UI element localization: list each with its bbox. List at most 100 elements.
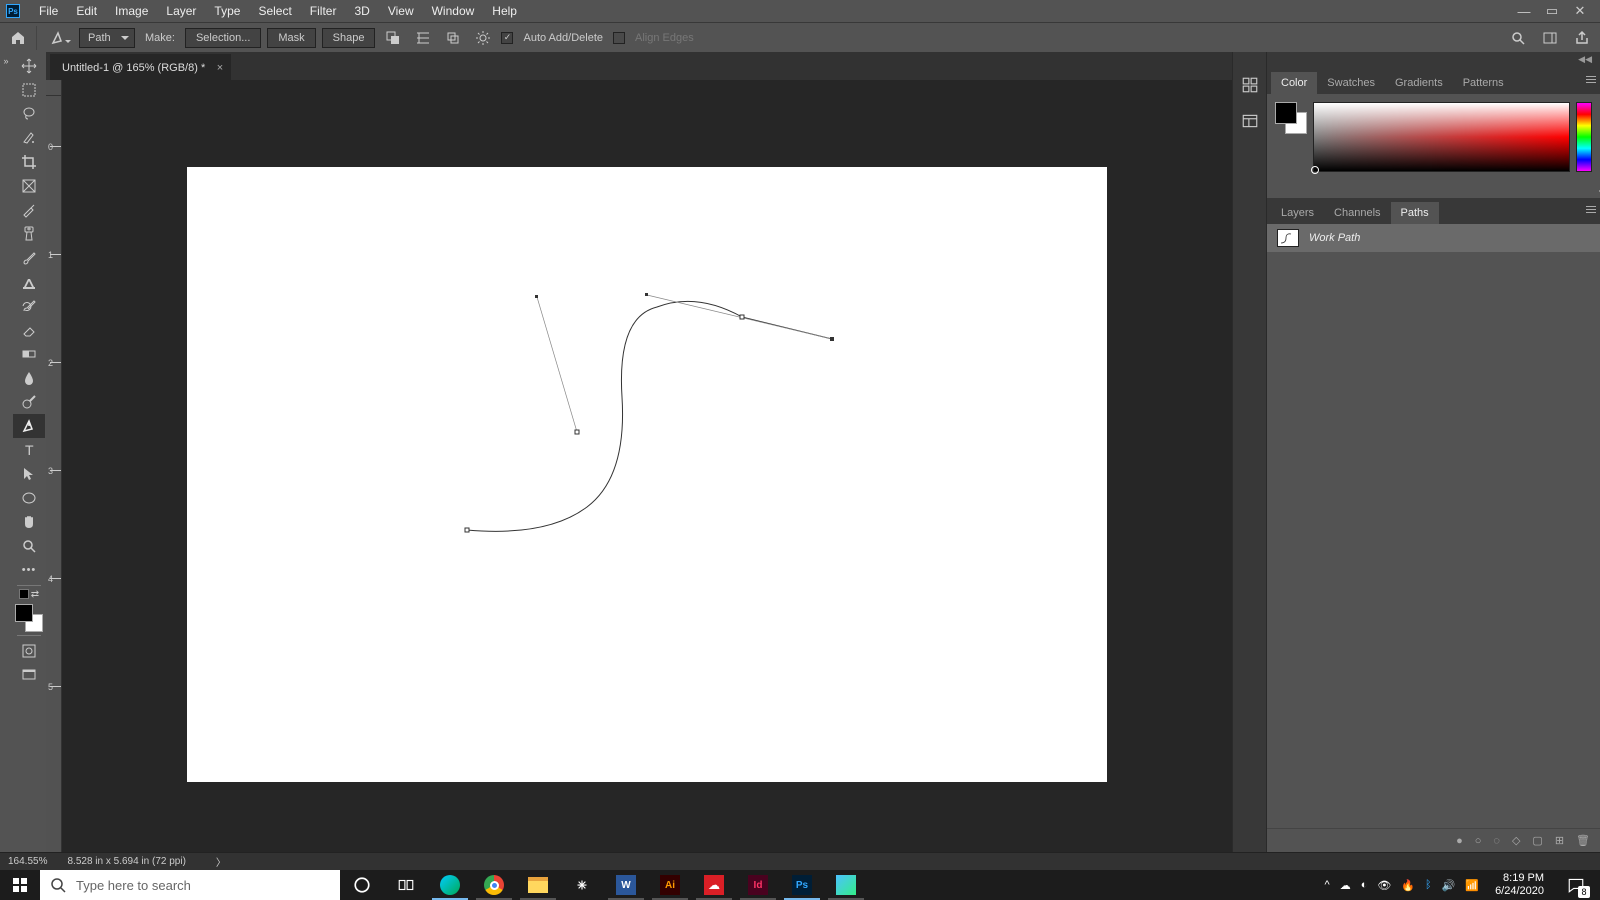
default-colors-icon[interactable]	[19, 589, 29, 599]
history-brush-tool[interactable]	[13, 294, 45, 318]
tray-app-icon[interactable]: 🔥	[1401, 879, 1415, 892]
tray-chevron-icon[interactable]: ^	[1325, 879, 1330, 891]
dodge-tool[interactable]	[13, 390, 45, 414]
menu-view[interactable]: View	[379, 0, 423, 22]
type-tool[interactable]: T	[13, 438, 45, 462]
tab-channels[interactable]: Channels	[1324, 202, 1390, 224]
delete-path-icon[interactable]: 🗑	[1576, 834, 1590, 847]
toolbox-collapse-strip[interactable]: »	[0, 52, 12, 852]
path-alignment-icon[interactable]	[411, 26, 435, 50]
canvas-viewport[interactable]	[62, 96, 1232, 852]
history-panel-icon[interactable]	[1239, 74, 1261, 96]
lasso-tool[interactable]	[13, 102, 45, 126]
quick-mask-icon[interactable]	[13, 639, 45, 663]
menu-edit[interactable]: Edit	[67, 0, 106, 22]
hue-slider[interactable]	[1576, 102, 1592, 172]
menu-file[interactable]: File	[30, 0, 67, 22]
collapse-panels-icon[interactable]: ◀◀	[1578, 54, 1592, 65]
share-icon[interactable]	[1570, 26, 1594, 50]
marquee-tool[interactable]	[13, 78, 45, 102]
canvas[interactable]	[187, 167, 1107, 782]
screen-mode-icon[interactable]	[13, 663, 45, 687]
color-field[interactable]	[1313, 102, 1570, 172]
hand-tool[interactable]	[13, 510, 45, 534]
tab-color[interactable]: Color	[1271, 72, 1317, 94]
make-selection-button[interactable]: Selection...	[185, 28, 261, 48]
illustrator-icon[interactable]: Ai	[648, 870, 692, 900]
path-to-selection-icon[interactable]: ◌	[1493, 835, 1500, 847]
home-button[interactable]	[6, 26, 30, 50]
menu-layer[interactable]: Layer	[157, 0, 205, 22]
close-window-button[interactable]: ✕	[1566, 0, 1594, 22]
chrome-icon[interactable]	[472, 870, 516, 900]
path-item[interactable]: Work Path	[1267, 224, 1600, 252]
notifications-icon[interactable]: 8	[1560, 870, 1592, 900]
panel-menu-icon[interactable]	[1582, 202, 1596, 216]
edit-toolbar-button[interactable]: •••	[13, 558, 45, 582]
settings-icon[interactable]	[560, 870, 604, 900]
creative-cloud-icon[interactable]: ☁	[692, 870, 736, 900]
onedrive-icon[interactable]: ☁	[1340, 879, 1351, 892]
menu-filter[interactable]: Filter	[301, 0, 346, 22]
eraser-tool[interactable]	[13, 318, 45, 342]
word-icon[interactable]: W	[604, 870, 648, 900]
make-mask-button[interactable]: Mask	[267, 28, 315, 48]
brush-tool[interactable]	[13, 246, 45, 270]
eyedropper-tool[interactable]	[13, 198, 45, 222]
path-arrangement-icon[interactable]	[441, 26, 465, 50]
menu-help[interactable]: Help	[483, 0, 526, 22]
frame-tool[interactable]	[13, 174, 45, 198]
shape-tool[interactable]	[13, 486, 45, 510]
tool-mode-dropdown[interactable]: Path	[79, 28, 135, 48]
menu-3d[interactable]: 3D	[345, 0, 378, 22]
search-icon[interactable]	[1506, 26, 1530, 50]
pen-tool[interactable]	[13, 414, 45, 438]
workspace-layout-icon[interactable]	[1538, 26, 1562, 50]
minimize-button[interactable]: —	[1510, 0, 1538, 22]
cortana-icon[interactable]	[340, 870, 384, 900]
color-swatches[interactable]	[15, 604, 43, 632]
edge-icon[interactable]	[428, 870, 472, 900]
new-path-icon[interactable]: ⊞	[1555, 834, 1564, 847]
panel-menu-icon[interactable]	[1582, 72, 1596, 86]
close-tab-icon[interactable]: ×	[217, 62, 223, 74]
ruler-origin[interactable]	[46, 80, 62, 96]
tab-paths[interactable]: Paths	[1391, 202, 1439, 224]
gradient-tool[interactable]	[13, 342, 45, 366]
taskbar-search[interactable]: Type here to search	[40, 870, 340, 900]
make-shape-button[interactable]: Shape	[322, 28, 376, 48]
healing-brush-tool[interactable]	[13, 222, 45, 246]
selection-to-path-icon[interactable]: ◇	[1512, 834, 1520, 847]
volume-icon[interactable]: 🔊	[1442, 879, 1456, 892]
status-menu-chevron[interactable]: 〉	[216, 854, 226, 869]
photoshop-taskbar-icon[interactable]: Ps	[780, 870, 824, 900]
crop-tool[interactable]	[13, 150, 45, 174]
tab-layers[interactable]: Layers	[1271, 202, 1324, 224]
restore-button[interactable]: ▭	[1538, 0, 1566, 22]
start-button[interactable]	[0, 870, 40, 900]
stroke-path-icon[interactable]: ○	[1475, 835, 1482, 847]
indesign-icon[interactable]: Id	[736, 870, 780, 900]
menu-select[interactable]: Select	[249, 0, 300, 22]
task-view-icon[interactable]	[384, 870, 428, 900]
current-tool-icon[interactable]	[43, 26, 73, 50]
tab-patterns[interactable]: Patterns	[1453, 72, 1514, 94]
access-icon[interactable]: 👁	[1377, 879, 1391, 892]
tab-swatches[interactable]: Swatches	[1317, 72, 1385, 94]
swap-colors-icon[interactable]: ⇄	[31, 589, 39, 600]
vertical-ruler[interactable]: 012345	[46, 96, 62, 852]
doc-dimensions[interactable]: 8.528 in x 5.694 in (72 ppi)	[67, 856, 185, 867]
add-mask-icon[interactable]: ▢	[1532, 834, 1542, 847]
fill-path-icon[interactable]: ●	[1456, 835, 1463, 847]
clone-stamp-tool[interactable]	[13, 270, 45, 294]
color-panel-swatches[interactable]	[1275, 102, 1307, 134]
gear-icon[interactable]	[471, 26, 495, 50]
wifi-icon[interactable]: 📶	[1465, 879, 1479, 892]
zoom-level[interactable]: 164.55%	[8, 856, 47, 867]
move-tool[interactable]	[13, 54, 45, 78]
auto-add-delete-checkbox[interactable]: ✓	[501, 32, 513, 44]
zoom-tool[interactable]	[13, 534, 45, 558]
menu-type[interactable]: Type	[205, 0, 249, 22]
blur-tool[interactable]	[13, 366, 45, 390]
quick-selection-tool[interactable]	[13, 126, 45, 150]
